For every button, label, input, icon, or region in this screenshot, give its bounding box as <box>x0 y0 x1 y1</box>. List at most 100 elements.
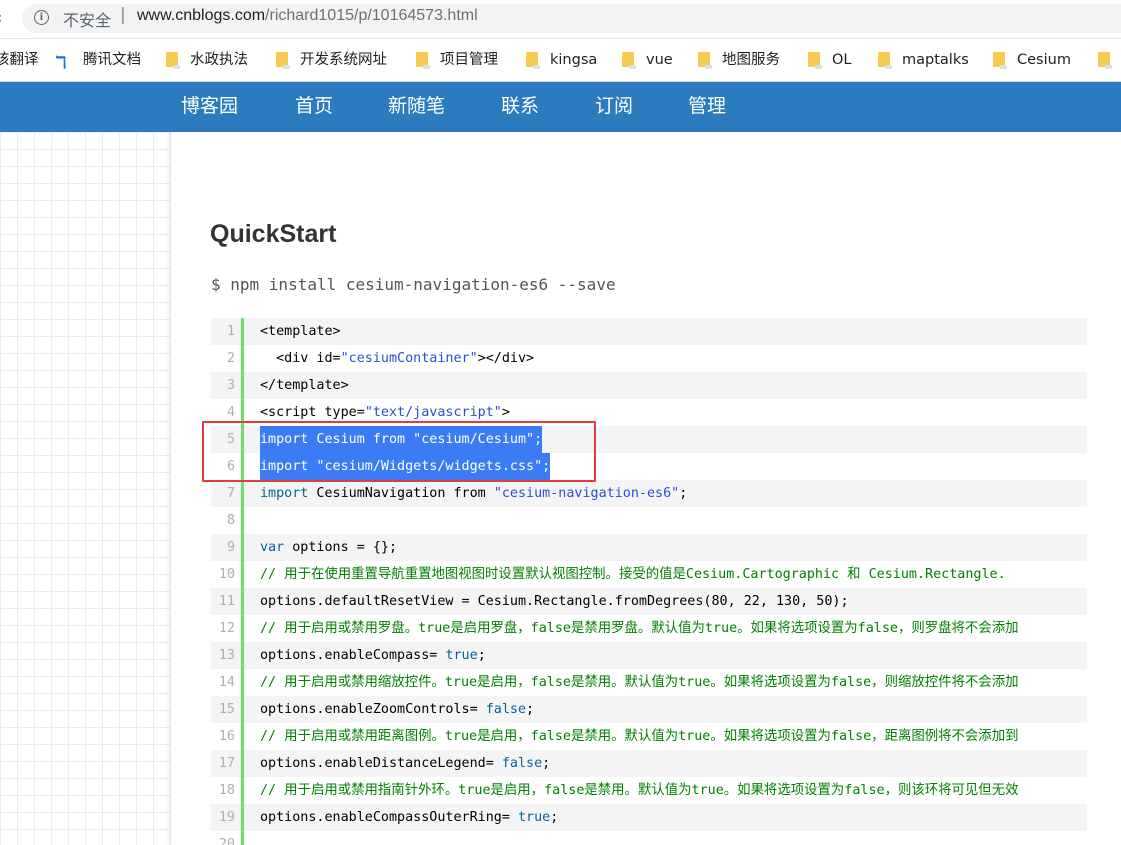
code-token: var <box>260 540 285 555</box>
nav-index[interactable]: 首页 <box>295 93 333 119</box>
back-arrow-icon[interactable]: ‹ <box>0 8 2 27</box>
code-text[interactable]: options.enableDistanceLegend= false; <box>260 750 550 777</box>
code-token: options.enableCompass= <box>260 648 446 663</box>
code-text[interactable]: // 用于启用或禁用距离图例。true是启用，false是禁用。默认值为true… <box>260 723 1018 750</box>
code-token: "text/javascript" <box>364 405 502 420</box>
line-number: 12 <box>218 621 235 636</box>
folder-icon <box>878 52 892 69</box>
code-token: options.enableDistanceLegend= <box>260 756 502 771</box>
code-token: // 用于启用或禁用罗盘。true是启用罗盘，false是禁用罗盘。默认值为tr… <box>260 621 1019 636</box>
code-token: options.enableZoomControls= <box>260 702 486 717</box>
code-text[interactable]: var options = {}; <box>260 534 397 561</box>
code-token: > <box>501 405 510 420</box>
code-line: 7 import CesiumNavigation from "cesium-na… <box>211 480 1087 507</box>
code-line: 17 options.enableDistanceLegend= false; <box>211 750 1087 777</box>
folder-icon <box>1098 52 1112 69</box>
code-line: 8 <box>211 507 1087 534</box>
bookmark-item[interactable]: 该翻译 <box>0 49 39 71</box>
code-line: 2 <div id="cesiumContainer"></div> <box>211 345 1087 372</box>
code-line: 11 options.defaultResetView = Cesium.Rect… <box>211 588 1087 615</box>
code-block: 1 <template> 2 <div id="cesiumContainer"><… <box>211 318 1087 845</box>
code-token: ; <box>679 486 688 501</box>
code-text[interactable]: // 用于启用或禁用指南针外环。true是启用，false是禁用。默认值为tru… <box>260 777 1018 804</box>
nav-contact[interactable]: 联系 <box>501 93 539 119</box>
code-text[interactable]: <template> <box>260 318 341 345</box>
folder-icon <box>698 52 712 69</box>
address-bar: ‹ i 不安全 | www.cnblogs.com/richard1015/p/… <box>0 0 1121 39</box>
annotation-highlight-box <box>202 421 596 482</box>
code-token: CesiumNavigation from <box>308 486 494 501</box>
bookmark-label: maptalks <box>902 52 969 68</box>
code-token: "cesiumContainer" <box>340 351 478 366</box>
code-token: // 用于启用或禁用距离图例。true是启用，false是禁用。默认值为true… <box>260 729 1019 744</box>
bookmark-label: 开发系统网址 <box>300 52 387 68</box>
bookmark-folder[interactable]: OL <box>808 49 852 71</box>
bookmark-folder[interactable]: Cesium <box>993 49 1071 71</box>
code-text[interactable]: options.defaultResetView = Cesium.Rectan… <box>260 588 849 615</box>
line-number: 1 <box>226 324 235 339</box>
code-text[interactable]: // 用于启用或禁用罗盘。true是启用罗盘，false是禁用罗盘。默认值为tr… <box>260 615 1018 642</box>
bookmark-label: Cesium <box>1017 52 1071 68</box>
bookmark-label: kingsa <box>550 52 598 68</box>
info-icon[interactable]: i <box>34 10 49 25</box>
code-text[interactable]: options.enableCompass= true; <box>260 642 486 669</box>
tencent-docs-icon: ℸ <box>55 53 67 73</box>
folder-icon <box>416 52 430 69</box>
line-number: 18 <box>218 783 235 798</box>
line-number: 20 <box>218 837 235 845</box>
folder-icon <box>993 52 1007 69</box>
code-text[interactable]: // 用于在使用重置导航重置地图视图时设置默认视图控制。接受的值是Cesium.… <box>260 561 1006 588</box>
line-number: 10 <box>218 567 235 582</box>
bookmark-folder[interactable]: vue <box>622 49 673 71</box>
security-label[interactable]: 不安全 <box>63 7 111 31</box>
bookmark-folder[interactable]: kingsa <box>526 49 597 71</box>
folder-icon <box>622 52 636 69</box>
line-number: 16 <box>218 729 235 744</box>
install-command: $ npm install cesium-navigation-es6 --sa… <box>211 275 616 294</box>
code-text[interactable]: options.enableZoomControls= false; <box>260 696 534 723</box>
line-number: 2 <box>226 351 235 366</box>
code-token: </template> <box>260 378 349 393</box>
bookmark-folder[interactable] <box>1098 49 1121 71</box>
line-number: 9 <box>226 540 235 555</box>
code-text[interactable]: </template> <box>260 372 349 399</box>
page-background <box>0 132 170 845</box>
code-token: options.defaultResetView = Cesium.Rectan… <box>260 594 849 609</box>
bookmark-folder[interactable]: 开发系统网址 <box>276 49 387 71</box>
bookmark-folder[interactable]: maptalks <box>878 49 969 71</box>
code-line: 10 // 用于在使用重置导航重置地图视图时设置默认视图控制。接受的值是Cesiu… <box>211 561 1087 588</box>
code-line: 12 // 用于启用或禁用罗盘。true是启用罗盘，false是禁用罗盘。默认值为… <box>211 615 1087 642</box>
blog-nav: 博客园 首页 新随笔 联系 订阅 管理 <box>0 82 1121 132</box>
code-token: true <box>445 648 478 663</box>
code-token: <div id= <box>260 351 341 366</box>
code-line: 1 <template> <box>211 318 1087 345</box>
code-line: 3 </template> <box>211 372 1087 399</box>
code-line: 15 options.enableZoomControls= false; <box>211 696 1087 723</box>
bookmark-label: vue <box>646 52 673 68</box>
bookmark-item[interactable]: ℸ 腾讯文档 <box>55 49 141 73</box>
bookmark-folder[interactable]: 地图服务 <box>698 49 780 71</box>
code-text[interactable]: // 用于启用或禁用缩放控件。true是启用，false是禁用。默认值为true… <box>260 669 1018 696</box>
nav-new-post[interactable]: 新随笔 <box>388 93 445 119</box>
bookmark-folder[interactable]: 水政执法 <box>166 49 248 71</box>
bookmark-label: OL <box>832 52 852 68</box>
url-path: /richard1015/p/10164573.html <box>265 7 478 24</box>
code-text[interactable]: import CesiumNavigation from "cesium-nav… <box>260 480 687 507</box>
bookmarks-bar: 该翻译 ℸ 腾讯文档 水政执法 开发系统网址 项目管理 kingsa vue 地图… <box>0 39 1121 82</box>
line-number: 7 <box>226 486 235 501</box>
gutter-bar <box>241 318 244 845</box>
nav-home-site[interactable]: 博客园 <box>181 93 238 119</box>
nav-manage[interactable]: 管理 <box>688 93 726 119</box>
code-line: 19 options.enableCompassOuterRing= true; <box>211 804 1087 831</box>
code-token: options.enableCompassOuterRing= <box>260 810 518 825</box>
code-text[interactable]: options.enableCompassOuterRing= true; <box>260 804 558 831</box>
nav-subscribe[interactable]: 订阅 <box>595 93 633 119</box>
bookmark-folder[interactable]: 项目管理 <box>416 49 498 71</box>
code-token: <script type= <box>260 405 365 420</box>
code-token: // 用于启用或禁用缩放控件。true是启用，false是禁用。默认值为true… <box>260 675 1019 690</box>
code-token: ; <box>526 702 535 717</box>
folder-icon <box>276 52 290 69</box>
line-number: 17 <box>218 756 235 771</box>
url-text[interactable]: www.cnblogs.com/richard1015/p/10164573.h… <box>137 7 478 25</box>
code-text[interactable]: <div id="cesiumContainer"></div> <box>260 345 534 372</box>
